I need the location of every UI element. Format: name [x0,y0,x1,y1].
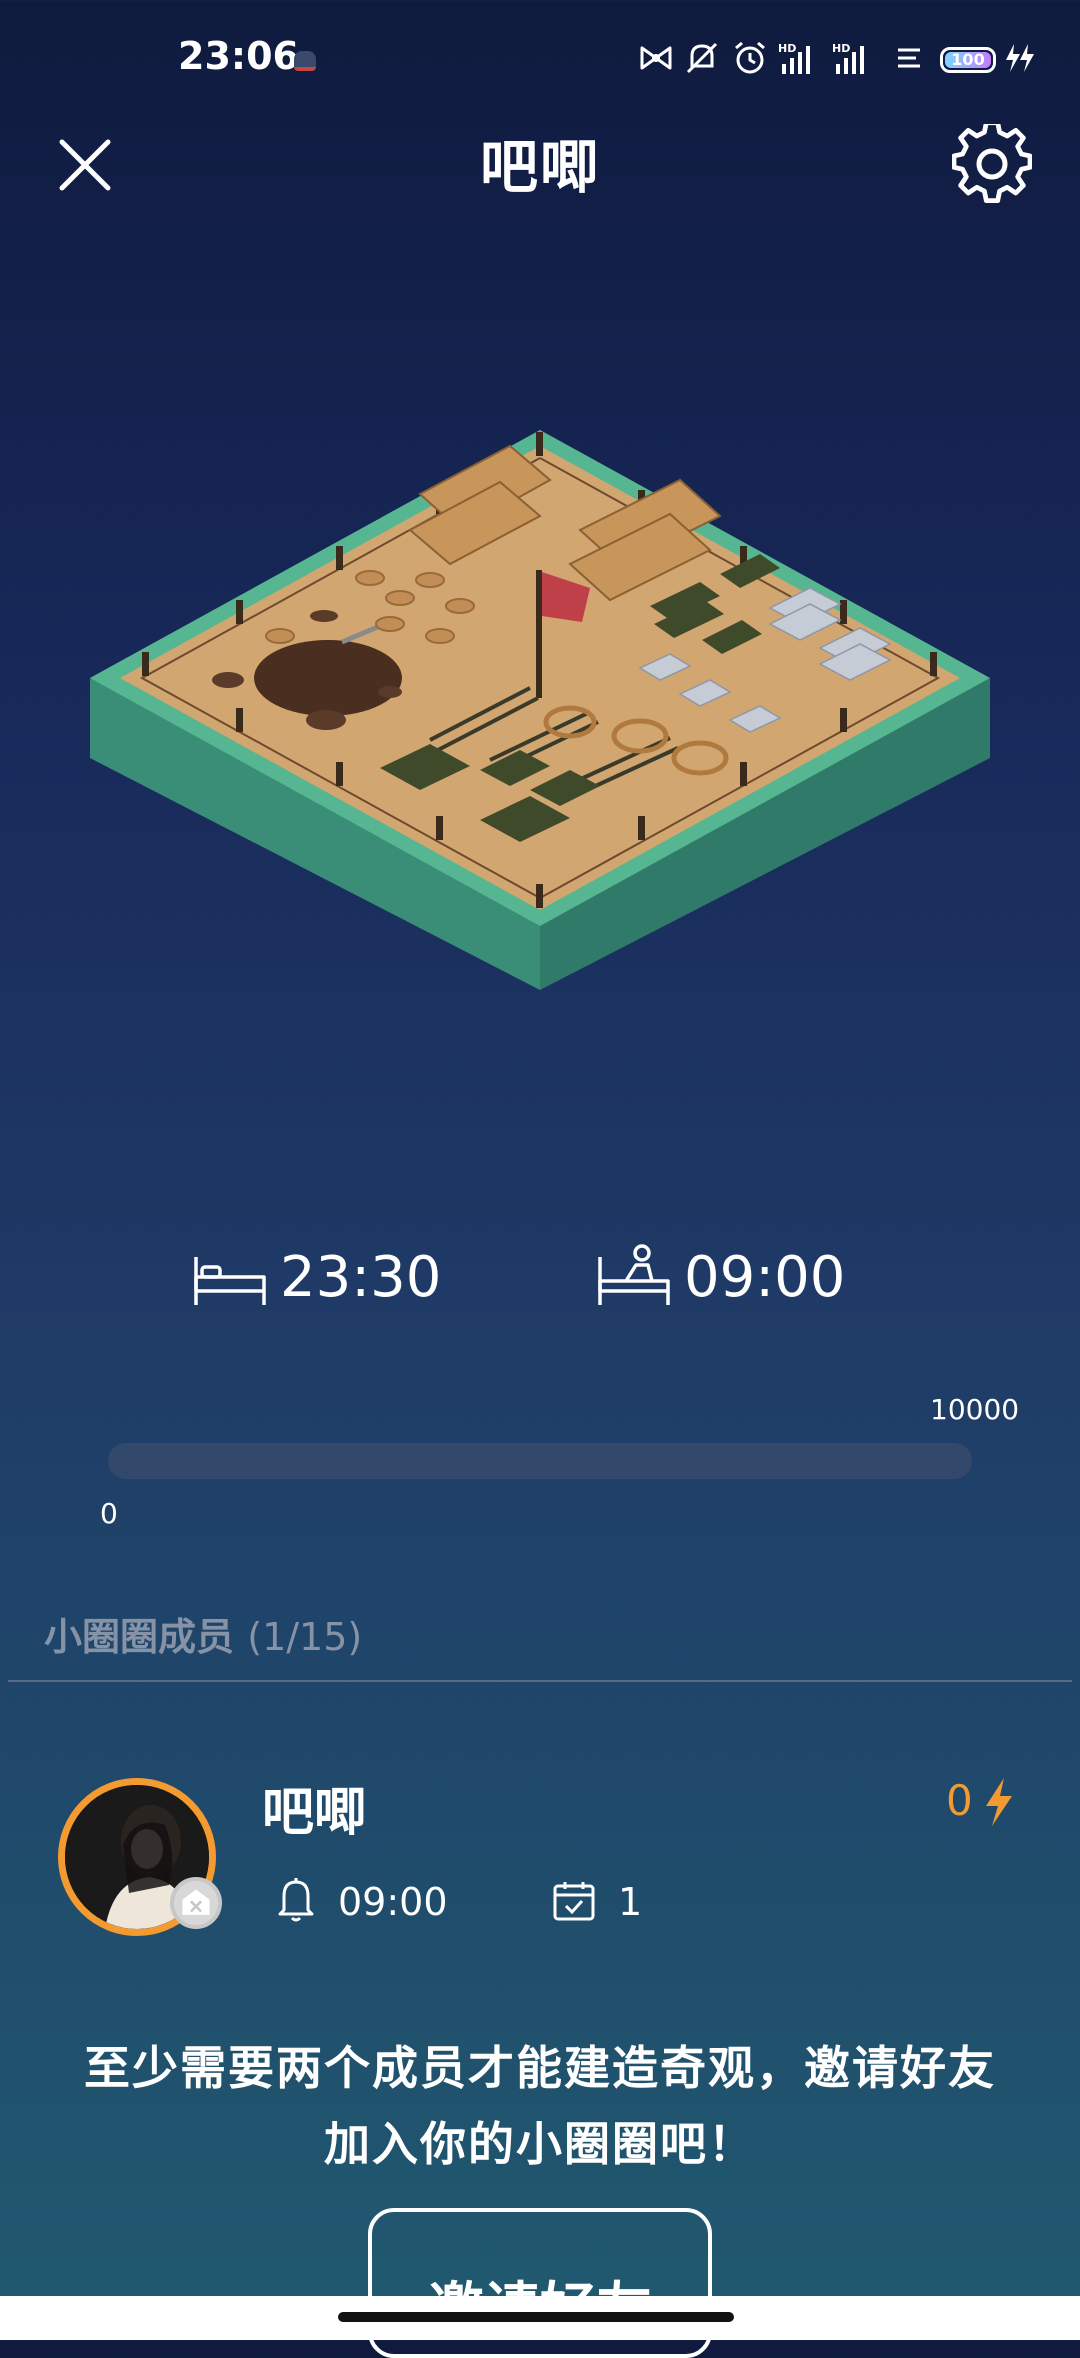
close-button[interactable] [50,130,120,200]
status-bar: 23:06 HD HD 100 [0,0,1080,120]
battery-icon: 100 [940,47,996,73]
member-name: 吧唧 [262,1783,367,1843]
charging-icon [1006,44,1034,72]
flag-pole [536,570,542,698]
members-count: (1/15) [247,1615,363,1659]
bell-muted-icon [686,42,718,74]
bell-icon [278,1878,314,1922]
status-time: 23:06 [178,34,299,78]
svg-text:HD: HD [832,42,850,55]
page-title: 吧唧 [479,133,600,201]
alarm-icon [735,41,765,74]
signal-hd-1-icon: HD [778,42,810,74]
construction-site-illustration [90,430,990,990]
calendar-check-icon [553,1882,595,1921]
invite-message-line1: 至少需要两个成员才能建造奇观，邀请好友 [84,2041,996,2095]
members-heading: 小圈圈成员 (1/15) [44,1606,362,1661]
members-heading-label: 小圈圈成员 [44,1615,235,1659]
settings-button[interactable] [952,124,1032,204]
wake-up-icon [598,1244,670,1305]
invite-message: 至少需要两个成员才能建造奇观，邀请好友 加入你的小圈圈吧！ [60,2030,1020,2182]
divider [8,1680,1072,1682]
battery-level: 100 [951,50,985,69]
bow-icon [640,46,672,70]
svg-text:HD: HD [778,42,796,55]
house-remove-icon [170,1877,222,1929]
bedtime-value: 23:30 [280,1245,442,1310]
progress-max-label: 10000 [930,1393,1020,1426]
bed-icon [194,1257,266,1305]
member-days-count: 1 [618,1880,643,1924]
dirt-pit [254,640,402,716]
member-energy: 0 [946,1776,973,1825]
progress-bar [108,1443,972,1479]
gear-icon [952,124,1032,203]
progress-min-label: 0 [100,1497,118,1530]
data-icon [898,48,920,68]
app-notification-icon [294,51,316,71]
member-alarm-time: 09:00 [338,1880,448,1924]
signal-hd-2-icon: HD [832,42,864,74]
close-icon [59,139,111,191]
home-indicator[interactable] [338,2312,734,2322]
wake-time-value: 09:00 [684,1245,846,1310]
invite-message-line2: 加入你的小圈圈吧！ [324,2117,756,2171]
lightning-icon [986,1778,1012,1826]
